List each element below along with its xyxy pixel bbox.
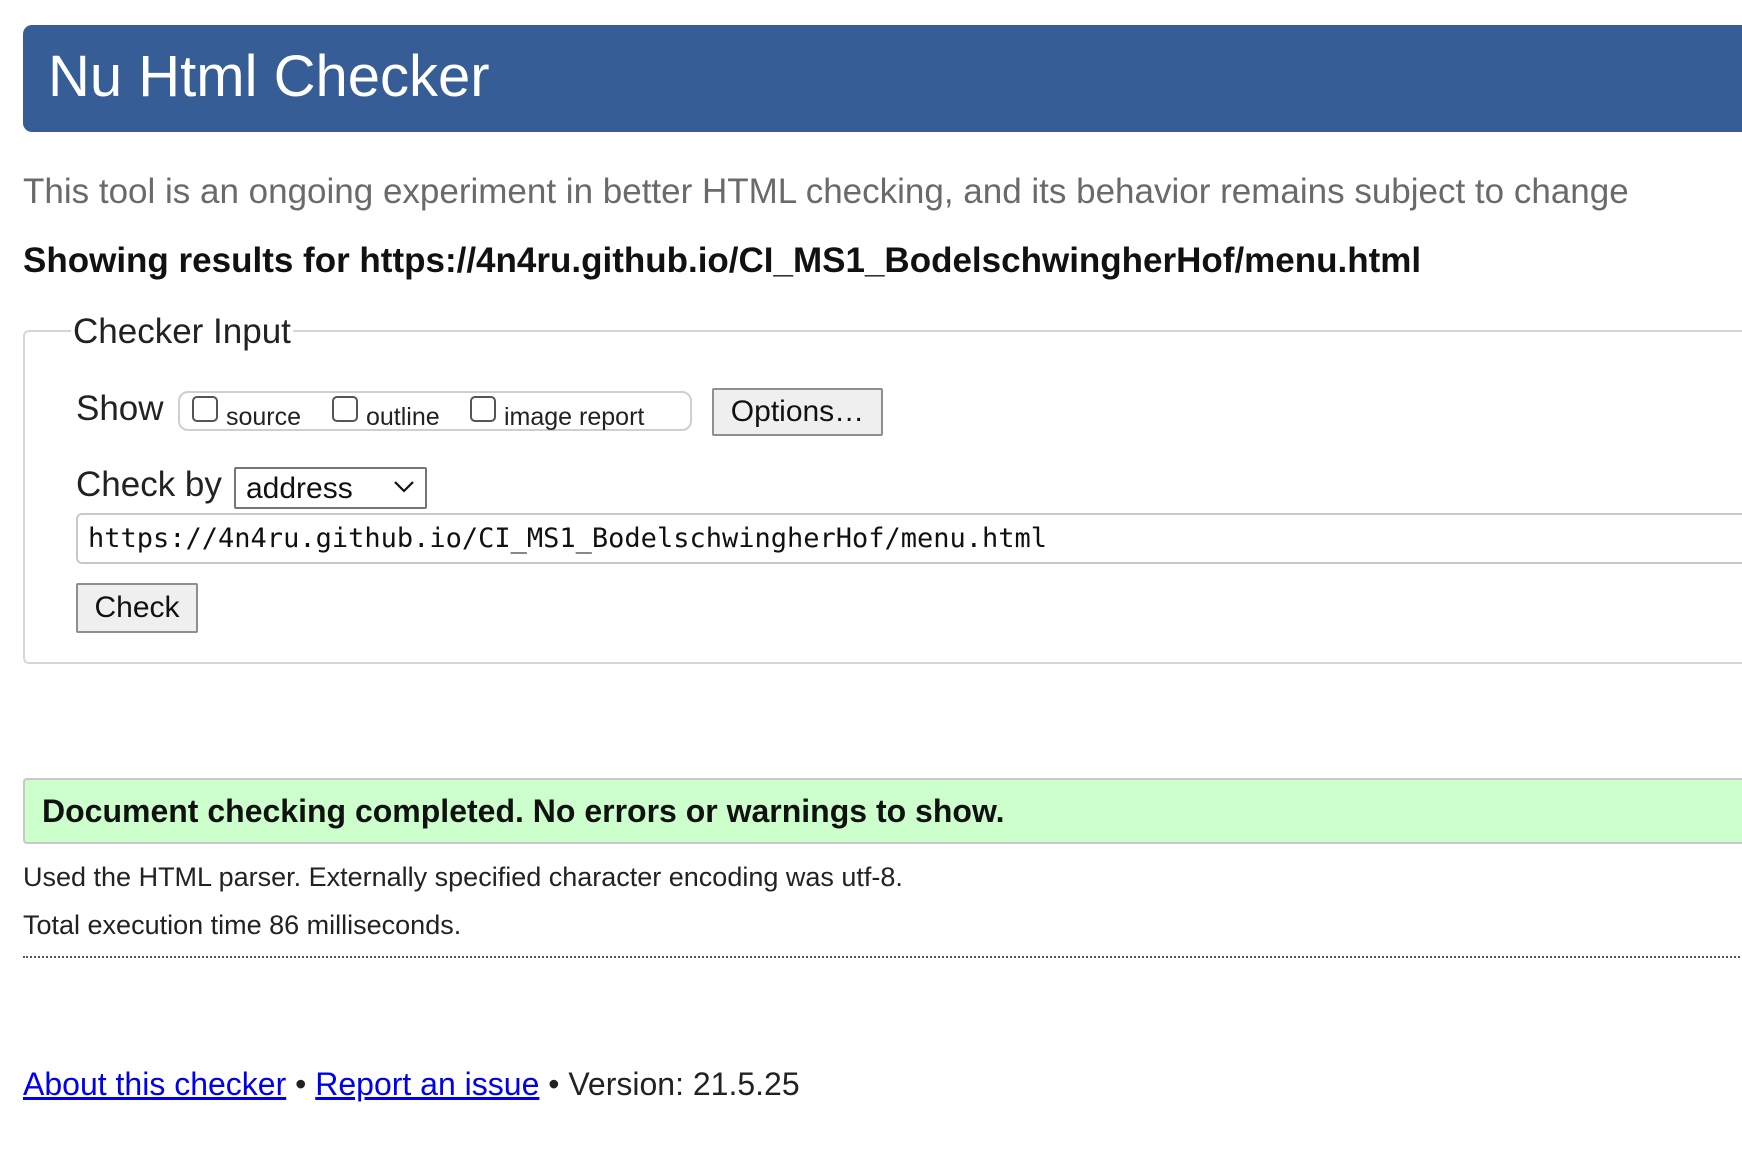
show-label: Show (76, 389, 164, 428)
check-button[interactable]: Check (76, 583, 198, 633)
outline-label: outline (366, 402, 440, 431)
image-report-label: image report (504, 402, 645, 431)
check-by-label: Check by (76, 465, 222, 504)
show-outline-option[interactable]: outline (332, 393, 440, 433)
divider (23, 956, 1742, 958)
options-button[interactable]: Options… (712, 388, 883, 436)
footer-separator: • (295, 1066, 307, 1102)
chevron-down-icon (394, 481, 414, 493)
checker-input-legend: Checker Input (71, 312, 293, 352)
url-input[interactable] (76, 513, 1742, 564)
show-source-option[interactable]: source (192, 393, 301, 433)
source-label: source (226, 402, 302, 431)
page: Nu Html Checker This tool is an ongoing … (0, 0, 1742, 1165)
source-checkbox[interactable] (192, 396, 218, 422)
check-by-selected-value: address (246, 472, 353, 505)
outline-checkbox[interactable] (332, 396, 358, 422)
header-banner: Nu Html Checker (23, 25, 1742, 132)
report-issue-link[interactable]: Report an issue (315, 1066, 539, 1102)
footer-separator: • (548, 1066, 560, 1102)
checker-input-fieldset: Checker Input Show source outline image … (23, 312, 1742, 664)
success-message: Document checking completed. No errors o… (42, 793, 1005, 829)
parser-info: Used the HTML parser. Externally specifi… (23, 862, 903, 892)
check-by-select[interactable]: address (234, 467, 427, 509)
results-heading: Showing results for https://4n4ru.github… (23, 241, 1422, 280)
show-options-group: source outline image report (178, 391, 692, 431)
success-message-bar: Document checking completed. No errors o… (23, 778, 1742, 844)
image-report-checkbox[interactable] (470, 396, 496, 422)
version-text: Version: 21.5.25 (568, 1066, 800, 1102)
tagline: This tool is an ongoing experiment in be… (23, 172, 1629, 211)
execution-time: Total execution time 86 milliseconds. (23, 910, 462, 940)
page-title: Nu Html Checker (48, 44, 490, 109)
show-image-report-option[interactable]: image report (470, 393, 644, 433)
footer: About this checker • Report an issue • V… (23, 1066, 800, 1103)
about-checker-link[interactable]: About this checker (23, 1066, 286, 1102)
